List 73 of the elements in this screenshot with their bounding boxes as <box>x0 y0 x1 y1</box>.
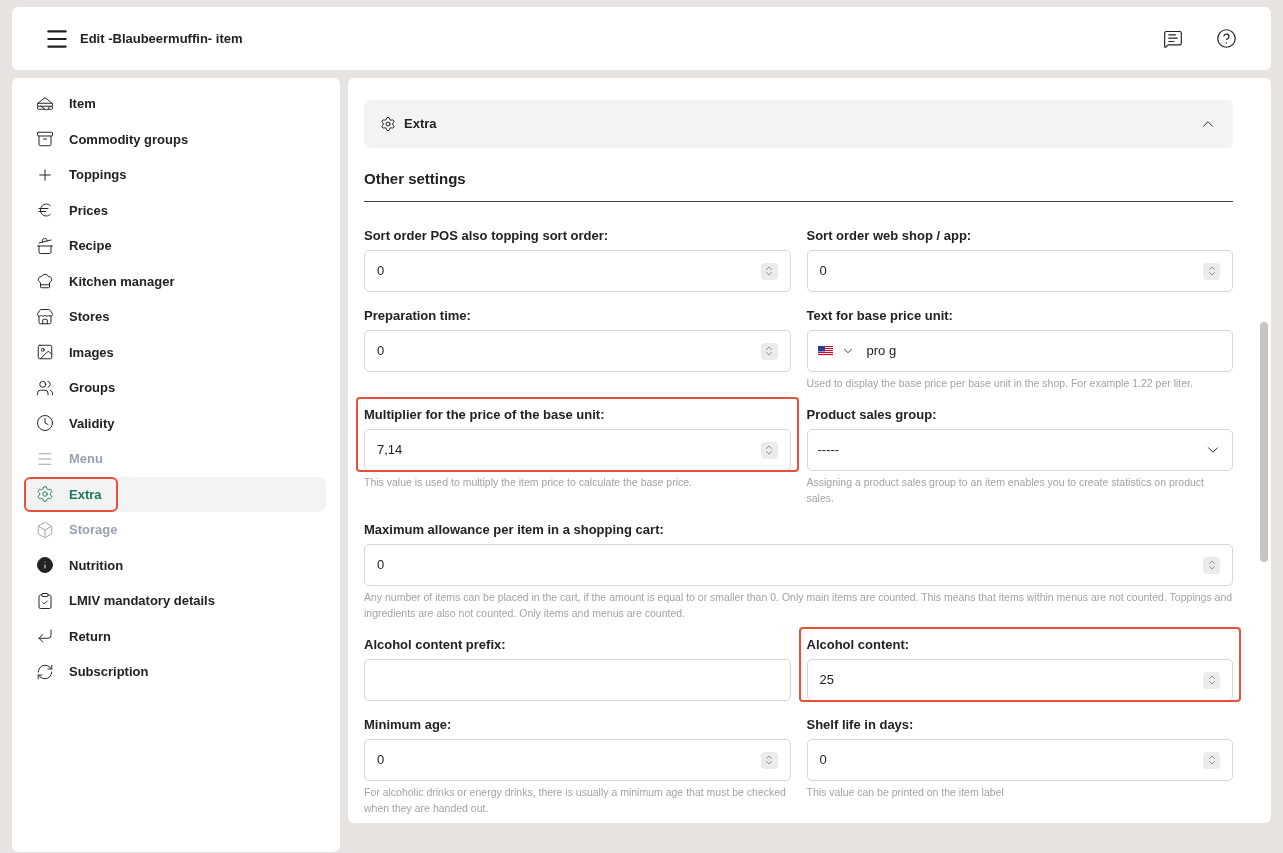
cube-icon <box>36 520 54 539</box>
sidebar-item[interactable]: Kitchen manager <box>26 263 326 299</box>
stepper-icon[interactable] <box>760 262 778 280</box>
number-field[interactable]: 0 <box>364 330 791 372</box>
field-label: Preparation time: <box>364 307 472 325</box>
stepper-icon[interactable] <box>760 342 778 360</box>
us-flag-icon[interactable] <box>817 346 833 356</box>
field-label: Sort order web shop / app: <box>806 227 973 245</box>
help-text: This value is used to multiply the item price to calculate the base price. <box>364 475 693 490</box>
help-text: Assigning a product sales group to an item enables you to create statistics on product sales. <box>806 475 1205 506</box>
scrollbar-thumb[interactable] <box>1260 322 1268 562</box>
store-icon <box>36 307 54 326</box>
field-label: Maximum allowance per item in a shopping cart: <box>364 521 665 539</box>
sidebar-item[interactable]: Return <box>26 618 326 654</box>
stepper-icon[interactable] <box>1203 262 1220 280</box>
sidebar-item[interactable]: Images <box>26 334 326 370</box>
sidebar-item[interactable]: LMIV mandatory details <box>26 583 326 619</box>
field-label: Text for base price unit: <box>806 307 954 325</box>
number-field[interactable]: 25 <box>806 659 1233 701</box>
sidebar-item[interactable]: Prices <box>26 192 326 228</box>
select-field[interactable]: ----- <box>806 429 1233 471</box>
gear-icon <box>36 485 54 504</box>
number-field[interactable]: 0 <box>806 739 1233 781</box>
help-text: This value can be printed on the item label <box>806 785 1005 800</box>
field-label: Alcohol content prefix: <box>364 636 507 654</box>
gear-icon <box>380 116 396 132</box>
sidebar-item[interactable]: Groups <box>26 370 326 406</box>
sidebar-item[interactable]: Subscription <box>26 654 326 690</box>
sidebar-item[interactable]: Item <box>26 86 326 122</box>
users-icon <box>36 378 54 397</box>
field-label: Shelf life in days: <box>806 716 915 734</box>
clipboard-check-icon <box>36 591 54 610</box>
number-field[interactable]: 7,14 <box>364 429 791 471</box>
euro-icon <box>36 201 54 220</box>
field-label: Product sales group: <box>806 406 938 424</box>
field-label: Minimum age: <box>364 716 453 734</box>
clock-icon <box>36 414 54 433</box>
number-field[interactable]: 0 <box>364 544 1233 586</box>
return-arrow-icon <box>36 627 54 646</box>
stepper-icon[interactable] <box>1203 556 1220 574</box>
text-field[interactable] <box>364 659 791 701</box>
page-title: Edit -Blaubeermuffin- item <box>80 29 244 48</box>
refresh-icon <box>36 662 54 681</box>
archive-box-icon <box>36 130 54 149</box>
sidebar-item[interactable]: Validity <box>26 405 326 441</box>
stepper-icon[interactable] <box>1203 751 1220 769</box>
sidebar-item[interactable]: Toppings <box>26 157 326 193</box>
field-label: Multiplier for the price of the base unit: <box>364 406 606 424</box>
number-field[interactable]: 0 <box>806 250 1233 292</box>
accordion-header[interactable]: Extra <box>364 100 1233 148</box>
help-text: Used to display the base price per base unit in the shop. For example 1.22 per liter. <box>806 376 1194 391</box>
field-label: Alcohol content: <box>806 636 911 654</box>
chef-hat-icon <box>36 272 54 291</box>
cooking-pot-icon <box>36 236 54 255</box>
section-heading: Other settings <box>364 170 466 187</box>
sidebar-item[interactable]: Recipe <box>26 228 326 264</box>
sidebar-item[interactable]: Extra <box>26 476 326 512</box>
stepper-icon[interactable] <box>760 751 778 769</box>
help-icon[interactable] <box>1216 28 1237 49</box>
sandwich-icon <box>36 94 54 113</box>
info-icon <box>36 556 54 575</box>
number-field[interactable]: 0 <box>364 250 791 292</box>
field-label: Sort order POS also topping sort order: <box>364 227 610 245</box>
image-icon <box>36 343 54 362</box>
stepper-icon[interactable] <box>1203 671 1220 689</box>
sidebar-item[interactable]: Nutrition <box>26 547 326 583</box>
sidebar-item[interactable]: Commodity groups <box>26 121 326 157</box>
help-text: For alcoholic drinks or energy drinks, there is usually a minimum age that must be checked when they are handed out. <box>364 785 787 816</box>
stepper-icon[interactable] <box>760 441 778 459</box>
number-field[interactable]: 0 <box>364 739 791 781</box>
help-text: Any number of items can be placed in the cart, if the amount is equal to or smaller than 0. Only main items are counted. This means that items within menus are not counted. Toppings and ingredients are also not counted. Only items and menus are counted. <box>364 590 1233 621</box>
text-field[interactable]: pro g <box>806 330 1233 372</box>
sidebar-item[interactable]: Stores <box>26 299 326 335</box>
